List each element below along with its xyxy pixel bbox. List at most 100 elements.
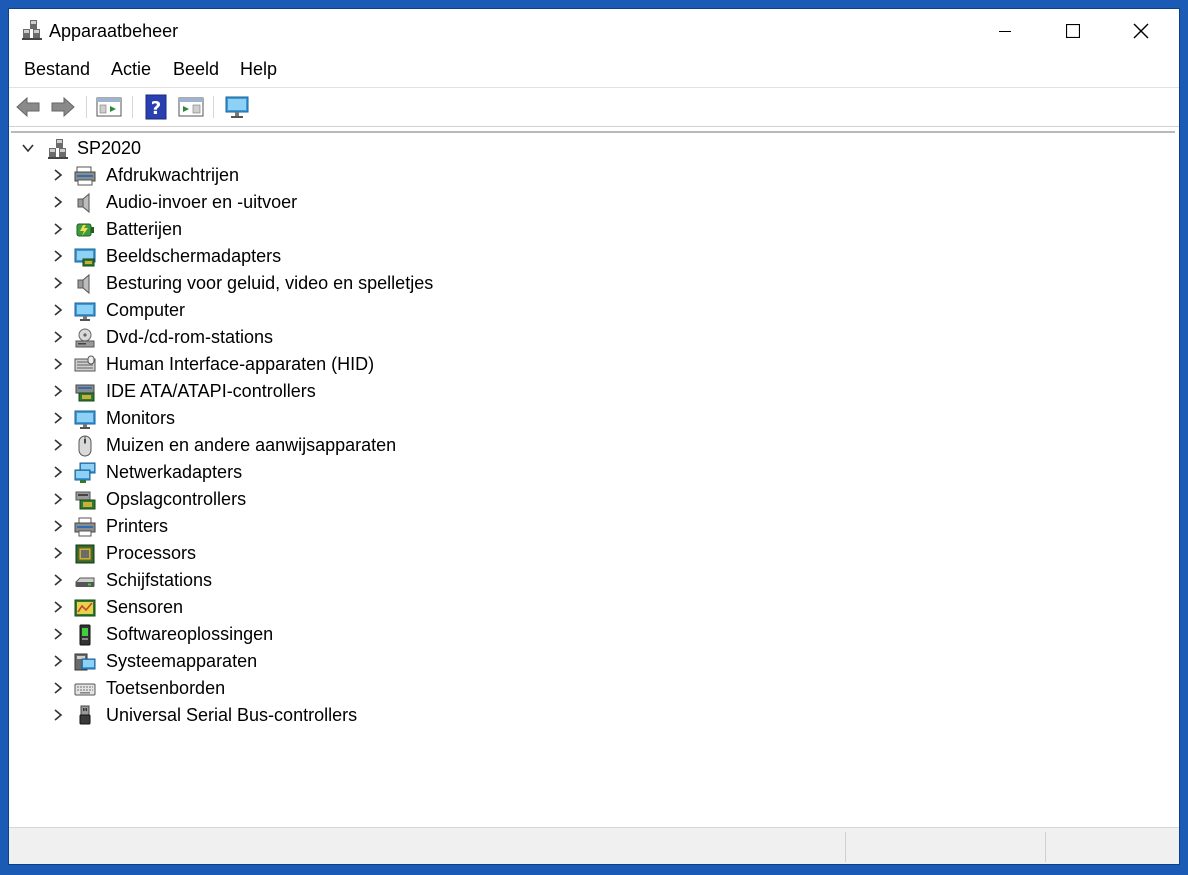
tree-item-label: Monitors: [106, 408, 176, 428]
tree-item-label: Dvd-/cd-rom-stations: [106, 327, 274, 347]
tree-item-label: Computer: [106, 300, 186, 320]
tree-item-row[interactable]: Softwareoplossingen: [11, 621, 1171, 648]
chevron-right-icon[interactable]: [51, 546, 65, 560]
tree-item-row[interactable]: Monitors: [11, 405, 1171, 432]
menu-actie[interactable]: Actie: [111, 59, 151, 80]
chevron-right-icon[interactable]: [51, 627, 65, 641]
back-arrow-icon[interactable]: [15, 94, 41, 120]
tree-item-row[interactable]: Batterijen: [11, 216, 1171, 243]
tree-item-row[interactable]: Toetsenborden: [11, 675, 1171, 702]
tree-item-label: IDE ATA/ATAPI-controllers: [106, 381, 316, 401]
toolbar: ?: [9, 87, 1179, 127]
chevron-right-icon[interactable]: [51, 681, 65, 695]
chevron-right-icon[interactable]: [51, 708, 65, 722]
properties-icon[interactable]: [96, 94, 122, 120]
chevron-right-icon[interactable]: [51, 465, 65, 479]
tree-item-row[interactable]: Netwerkadapters: [11, 459, 1171, 486]
close-button[interactable]: [1107, 9, 1175, 53]
storage-controller-icon: [74, 489, 96, 511]
battery-icon: [74, 219, 96, 241]
chevron-right-icon[interactable]: [51, 573, 65, 587]
tree-root-label: SP2020: [77, 138, 142, 158]
chevron-right-icon[interactable]: [51, 249, 65, 263]
close-icon: [1133, 23, 1149, 39]
menu-bar: Bestand Actie Beeld Help: [9, 59, 1179, 85]
tree-item-row[interactable]: Besturing voor geluid, video en spelletj…: [11, 270, 1171, 297]
tree-item-row[interactable]: Audio-invoer en -uitvoer: [11, 189, 1171, 216]
status-cell-3: [1046, 828, 1179, 864]
chevron-right-icon[interactable]: [51, 330, 65, 344]
tree-item-label: Toetsenborden: [106, 678, 226, 698]
computer-network-icon: [47, 138, 69, 160]
device-tree[interactable]: SP2020 Afdrukwachtrijen Audio-invoer en -…: [11, 131, 1175, 827]
display-adapter-icon: [74, 246, 96, 268]
sensor-icon: [74, 597, 96, 619]
printer-icon: [74, 516, 96, 538]
tree-item-label: Besturing voor geluid, video en spelletj…: [106, 273, 434, 293]
svg-text:?: ?: [151, 98, 161, 119]
tree-item-label: Human Interface-apparaten (HID): [106, 354, 375, 374]
disc-drive-icon: [74, 327, 96, 349]
tree-root-row[interactable]: SP2020: [11, 135, 1171, 162]
chevron-right-icon[interactable]: [51, 195, 65, 209]
tree-item-row[interactable]: Opslagcontrollers: [11, 486, 1171, 513]
tree-item-label: Printers: [106, 516, 169, 536]
tree-item-row[interactable]: Schijfstations: [11, 567, 1171, 594]
tree-item-row[interactable]: Sensoren: [11, 594, 1171, 621]
tree-item-row[interactable]: Muizen en andere aanwijsapparaten: [11, 432, 1171, 459]
chevron-right-icon[interactable]: [51, 384, 65, 398]
tree-item-row[interactable]: Human Interface-apparaten (HID): [11, 351, 1171, 378]
network-adapter-icon: [74, 462, 96, 484]
tree-item-row[interactable]: Processors: [11, 540, 1171, 567]
chevron-right-icon[interactable]: [51, 222, 65, 236]
software-component-icon: [74, 624, 96, 646]
chevron-down-icon[interactable]: [21, 141, 35, 155]
maximize-button[interactable]: [1039, 9, 1107, 53]
minimize-button[interactable]: [971, 9, 1039, 53]
printer-queue-icon: [74, 165, 96, 187]
disk-drive-icon: [74, 570, 96, 592]
chevron-right-icon[interactable]: [51, 438, 65, 452]
menu-beeld[interactable]: Beeld: [173, 59, 219, 80]
chevron-right-icon[interactable]: [51, 276, 65, 290]
tree-item-label: Netwerkadapters: [106, 462, 243, 482]
speaker-icon: [74, 273, 96, 295]
tree-item-row[interactable]: Systeemapparaten: [11, 648, 1171, 675]
device-manager-app-icon: [22, 19, 42, 41]
chevron-right-icon[interactable]: [51, 600, 65, 614]
chevron-right-icon[interactable]: [51, 303, 65, 317]
title-bar[interactable]: Apparaatbeheer: [9, 9, 1179, 53]
chevron-right-icon[interactable]: [51, 519, 65, 533]
tree-item-label: Audio-invoer en -uitvoer: [106, 192, 298, 212]
chevron-right-icon[interactable]: [51, 411, 65, 425]
tree-item-label: Sensoren: [106, 597, 184, 617]
monitor-icon: [74, 408, 96, 430]
tree-item-row[interactable]: Universal Serial Bus-controllers: [11, 702, 1171, 729]
chevron-right-icon[interactable]: [51, 168, 65, 182]
tree-item-label: Opslagcontrollers: [106, 489, 247, 509]
tree-item-row[interactable]: Computer: [11, 297, 1171, 324]
help-icon[interactable]: ?: [143, 94, 169, 120]
chevron-right-icon[interactable]: [51, 492, 65, 506]
scan-hardware-icon[interactable]: [224, 94, 250, 120]
tree-item-row[interactable]: Beeldschermadapters: [11, 243, 1171, 270]
tree-item-label: Processors: [106, 543, 197, 563]
tree-item-row[interactable]: IDE ATA/ATAPI-controllers: [11, 378, 1171, 405]
menu-help[interactable]: Help: [240, 59, 277, 80]
tree-item-label: Beeldschermadapters: [106, 246, 282, 266]
chevron-right-icon[interactable]: [51, 357, 65, 371]
action-pane-icon[interactable]: [178, 94, 204, 120]
tree-item-row[interactable]: Dvd-/cd-rom-stations: [11, 324, 1171, 351]
forward-arrow-icon[interactable]: [50, 94, 76, 120]
toolbar-separator: [213, 96, 214, 118]
tree-item-row[interactable]: Printers: [11, 513, 1171, 540]
chevron-right-icon[interactable]: [51, 654, 65, 668]
ide-controller-icon: [74, 381, 96, 403]
tree-item-label: Softwareoplossingen: [106, 624, 274, 644]
monitor-icon: [74, 300, 96, 322]
status-bar: [9, 827, 1179, 864]
speaker-icon: [74, 192, 96, 214]
menu-bestand[interactable]: Bestand: [24, 59, 90, 80]
tree-item-row[interactable]: Afdrukwachtrijen: [11, 162, 1171, 189]
tree-item-label: Schijfstations: [106, 570, 213, 590]
